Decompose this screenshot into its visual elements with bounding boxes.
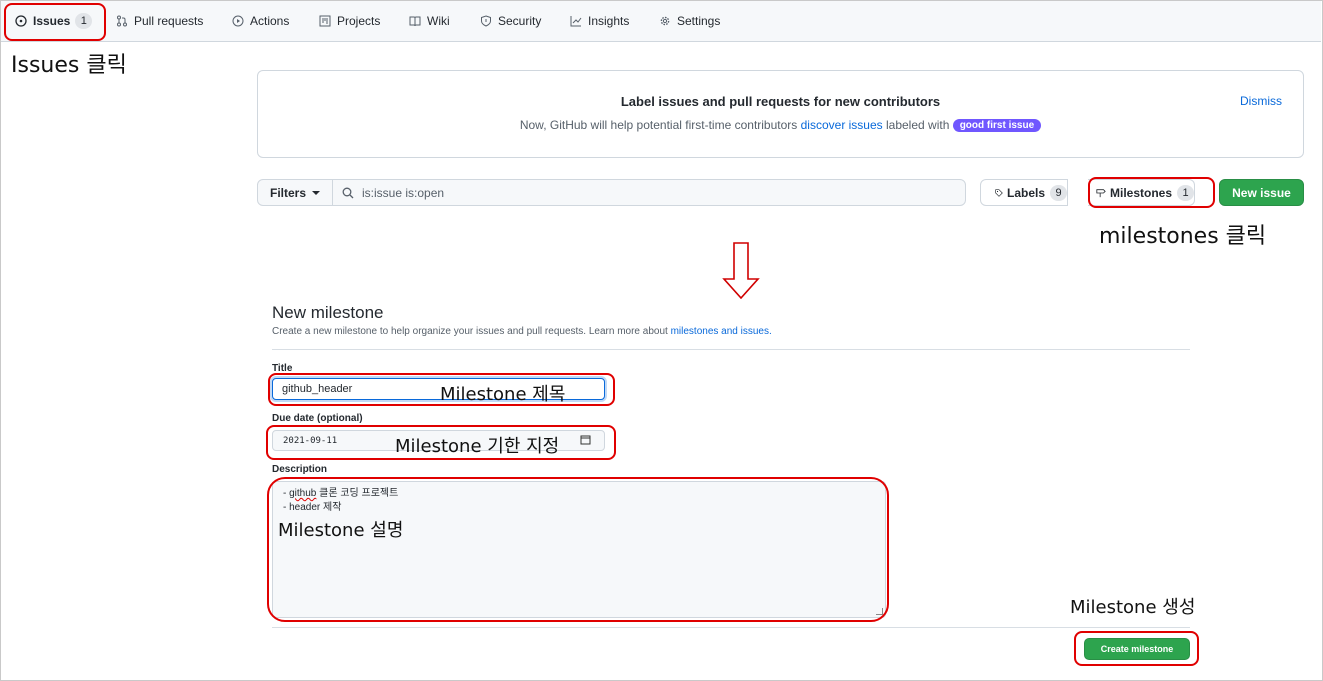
active-tab-underline	[13, 39, 93, 41]
project-icon	[319, 15, 331, 27]
tab-security-label: Security	[498, 14, 542, 28]
down-arrow-icon	[722, 242, 760, 299]
labels-label: Labels	[1006, 185, 1045, 200]
tag-icon	[995, 188, 1003, 197]
milestones-counter: 1	[1177, 184, 1194, 201]
filters-label: Filters	[269, 185, 306, 200]
milestones-and-issues-link[interactable]: milestones and issues.	[671, 326, 772, 337]
tab-wiki[interactable]: Wiki	[409, 0, 450, 42]
tab-pull-requests-label: Pull requests	[134, 14, 204, 28]
discover-issues-link[interactable]: discover issues	[801, 118, 883, 132]
banner-sub-suffix: labeled with	[882, 118, 953, 132]
tab-wiki-label: Wiki	[427, 14, 450, 28]
search-icon	[342, 187, 354, 198]
tab-projects[interactable]: Projects	[319, 0, 380, 42]
tab-issues[interactable]: Issues 1	[15, 0, 93, 42]
tab-settings[interactable]: Settings	[659, 0, 720, 42]
description-label: Description	[272, 464, 328, 475]
filters-button[interactable]: Filters	[257, 179, 333, 206]
tab-issues-label: Issues	[33, 14, 71, 28]
resize-handle[interactable]	[876, 608, 883, 615]
divider	[272, 349, 1190, 350]
tab-insights[interactable]: Insights	[570, 0, 629, 42]
new-issue-button[interactable]: New issue	[1219, 179, 1304, 206]
milestone-icon	[1096, 188, 1106, 197]
banner-title: Label issues and pull requests for new c…	[620, 94, 941, 109]
spellcheck-word: github	[289, 488, 317, 499]
shield-icon	[481, 15, 491, 27]
tab-actions[interactable]: Actions	[232, 0, 289, 42]
milestones-click-note: milestones 클릭	[1099, 224, 1267, 249]
tab-settings-label: Settings	[677, 14, 721, 28]
divider	[272, 627, 1190, 628]
description-line-1: - github 클론 코딩 프로젝트	[283, 488, 399, 499]
play-icon	[232, 15, 244, 27]
title-label: Title	[272, 363, 293, 374]
banner-sub-prefix: Now, GitHub will help potential first-ti…	[519, 118, 801, 132]
banner-subtitle: Now, GitHub will help potential first-ti…	[258, 118, 1303, 133]
create-milestone-button[interactable]: Create milestone	[1084, 638, 1190, 660]
issues-counter: 1	[75, 13, 93, 29]
book-icon	[409, 16, 421, 27]
description-note: Milestone 설명	[278, 520, 404, 541]
caret-down-icon	[312, 190, 320, 195]
tab-security[interactable]: Security	[480, 0, 541, 42]
tab-projects-label: Projects	[337, 14, 381, 28]
dismiss-link[interactable]: Dismiss	[1240, 94, 1282, 108]
tab-actions-label: Actions	[250, 14, 290, 28]
issue-search	[332, 179, 966, 206]
create-note: Milestone 생성	[1070, 597, 1196, 618]
pull-request-icon	[117, 15, 127, 27]
repo-nav: Issues 1 Pull requests Actions Projects …	[1, 0, 1321, 42]
issues-click-note: Issues 클릭	[11, 53, 127, 78]
milestones-label: Milestones	[1109, 185, 1172, 200]
contributor-banner: Label issues and pull requests for new c…	[257, 70, 1304, 158]
title-note: Milestone 제목	[440, 384, 566, 405]
due-date-label: Due date (optional)	[272, 413, 363, 424]
milestones-button[interactable]: Milestones 1	[1088, 179, 1195, 206]
tab-pull-requests[interactable]: Pull requests	[116, 0, 203, 42]
form-description-text: Create a new milestone to help organize …	[272, 326, 671, 337]
search-input[interactable]	[362, 185, 942, 200]
calendar-icon[interactable]	[580, 434, 591, 445]
description-textarea[interactable]: - github 클론 코딩 프로젝트 - header 제작	[272, 481, 886, 618]
due-date-value: 2021-09-11	[283, 435, 338, 446]
labels-counter: 9	[1050, 184, 1067, 201]
issue-opened-icon	[15, 15, 27, 27]
gear-icon	[660, 16, 670, 26]
labels-button[interactable]: Labels 9	[980, 179, 1068, 206]
form-description: Create a new milestone to help organize …	[272, 326, 772, 337]
graph-icon	[570, 16, 582, 27]
page-title: New milestone	[272, 303, 384, 322]
tab-insights-label: Insights	[588, 14, 630, 28]
good-first-issue-label[interactable]: good first issue	[952, 119, 1042, 133]
description-line-2: - header 제작	[283, 502, 342, 513]
due-date-note: Milestone 기한 지정	[395, 436, 560, 457]
